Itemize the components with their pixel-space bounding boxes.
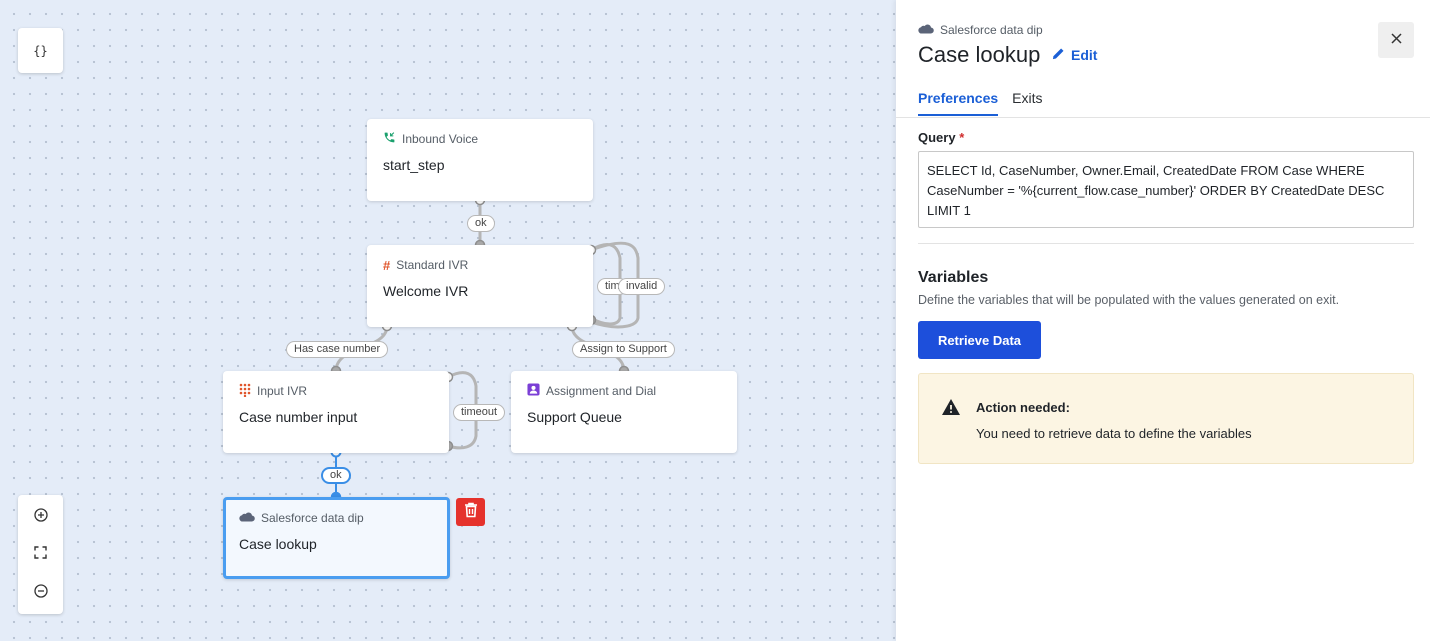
node-type: Inbound Voice bbox=[383, 131, 577, 147]
required-mark: * bbox=[959, 130, 965, 145]
node-type: Salesforce data dip bbox=[239, 510, 434, 526]
zoom-out-button[interactable] bbox=[18, 574, 63, 612]
query-field[interactable]: SELECT Id, CaseNumber, Owner.Email, Crea… bbox=[918, 151, 1414, 228]
edge-label-ok[interactable]: ok bbox=[467, 215, 495, 232]
zoom-controls bbox=[18, 495, 63, 614]
tabs-divider bbox=[896, 117, 1430, 118]
node-input-ivr[interactable]: Input IVR Case number input bbox=[223, 371, 449, 453]
retrieve-data-button[interactable]: Retrieve Data bbox=[918, 321, 1041, 359]
zoom-in-button[interactable] bbox=[18, 498, 63, 536]
node-inbound-voice[interactable]: Inbound Voice start_step bbox=[367, 119, 593, 201]
warning-icon bbox=[941, 398, 961, 421]
node-title: Support Queue bbox=[527, 409, 622, 425]
zoom-in-icon bbox=[33, 507, 48, 527]
node-assignment-dial[interactable]: Assignment and Dial Support Queue bbox=[511, 371, 737, 453]
fullscreen-icon bbox=[34, 546, 47, 564]
fit-view-button[interactable] bbox=[18, 536, 63, 574]
node-type: # Standard IVR bbox=[383, 257, 469, 273]
salesforce-cloud-icon bbox=[918, 23, 934, 37]
node-title: Case lookup bbox=[239, 536, 317, 552]
node-title: start_step bbox=[383, 157, 445, 173]
panel-tabs: Preferences Exits bbox=[918, 90, 1043, 116]
phone-incoming-icon bbox=[383, 131, 396, 147]
node-title: Welcome IVR bbox=[383, 283, 469, 299]
tab-exits[interactable]: Exits bbox=[1012, 90, 1042, 116]
hash-icon: # bbox=[383, 257, 391, 273]
properties-panel: Salesforce data dip Case lookup Edit Pre… bbox=[896, 0, 1430, 641]
alert-text: You need to retrieve data to define the … bbox=[976, 426, 1252, 441]
tab-preferences[interactable]: Preferences bbox=[918, 90, 999, 116]
trash-icon bbox=[464, 502, 478, 523]
node-type: Assignment and Dial bbox=[527, 383, 721, 399]
alert-title: Action needed: bbox=[976, 400, 1070, 415]
edit-button[interactable]: Edit bbox=[1052, 47, 1097, 63]
delete-node-button[interactable] bbox=[456, 498, 485, 526]
keypad-icon bbox=[239, 383, 251, 400]
close-icon bbox=[1390, 31, 1402, 49]
node-standard-ivr[interactable]: # Standard IVR Welcome IVR bbox=[367, 245, 593, 327]
zoom-out-icon bbox=[33, 583, 48, 603]
edge-label-assign-to-support[interactable]: Assign to Support bbox=[572, 341, 675, 358]
pencil-icon bbox=[1052, 47, 1065, 63]
section-divider bbox=[918, 243, 1414, 244]
variables-title: Variables bbox=[918, 269, 989, 286]
node-salesforce-data-dip[interactable]: Salesforce data dip Case lookup bbox=[223, 497, 450, 579]
panel-title: Case lookup bbox=[918, 42, 1041, 67]
node-title: Case number input bbox=[239, 409, 358, 425]
edge-label-invalid[interactable]: invalid bbox=[618, 278, 666, 295]
panel-subtitle: Salesforce data dip bbox=[918, 23, 1043, 37]
node-type: Input IVR bbox=[239, 383, 433, 399]
query-label: Query * bbox=[918, 130, 965, 145]
assignment-icon bbox=[527, 383, 540, 399]
close-panel-button[interactable] bbox=[1378, 22, 1414, 58]
salesforce-cloud-icon bbox=[239, 511, 255, 525]
edge-label-has-case-number[interactable]: Has case number bbox=[286, 341, 389, 358]
flow-canvas[interactable]: {} Inbound Voice start_step # Standard I… bbox=[0, 0, 896, 641]
edge-label-input-timeout[interactable]: timeout bbox=[453, 404, 506, 421]
variables-description: Define the variables that will be popula… bbox=[918, 293, 1340, 307]
edge-label-input-ok[interactable]: ok bbox=[321, 467, 351, 484]
action-needed-alert: Action needed: You need to retrieve data… bbox=[918, 373, 1414, 464]
